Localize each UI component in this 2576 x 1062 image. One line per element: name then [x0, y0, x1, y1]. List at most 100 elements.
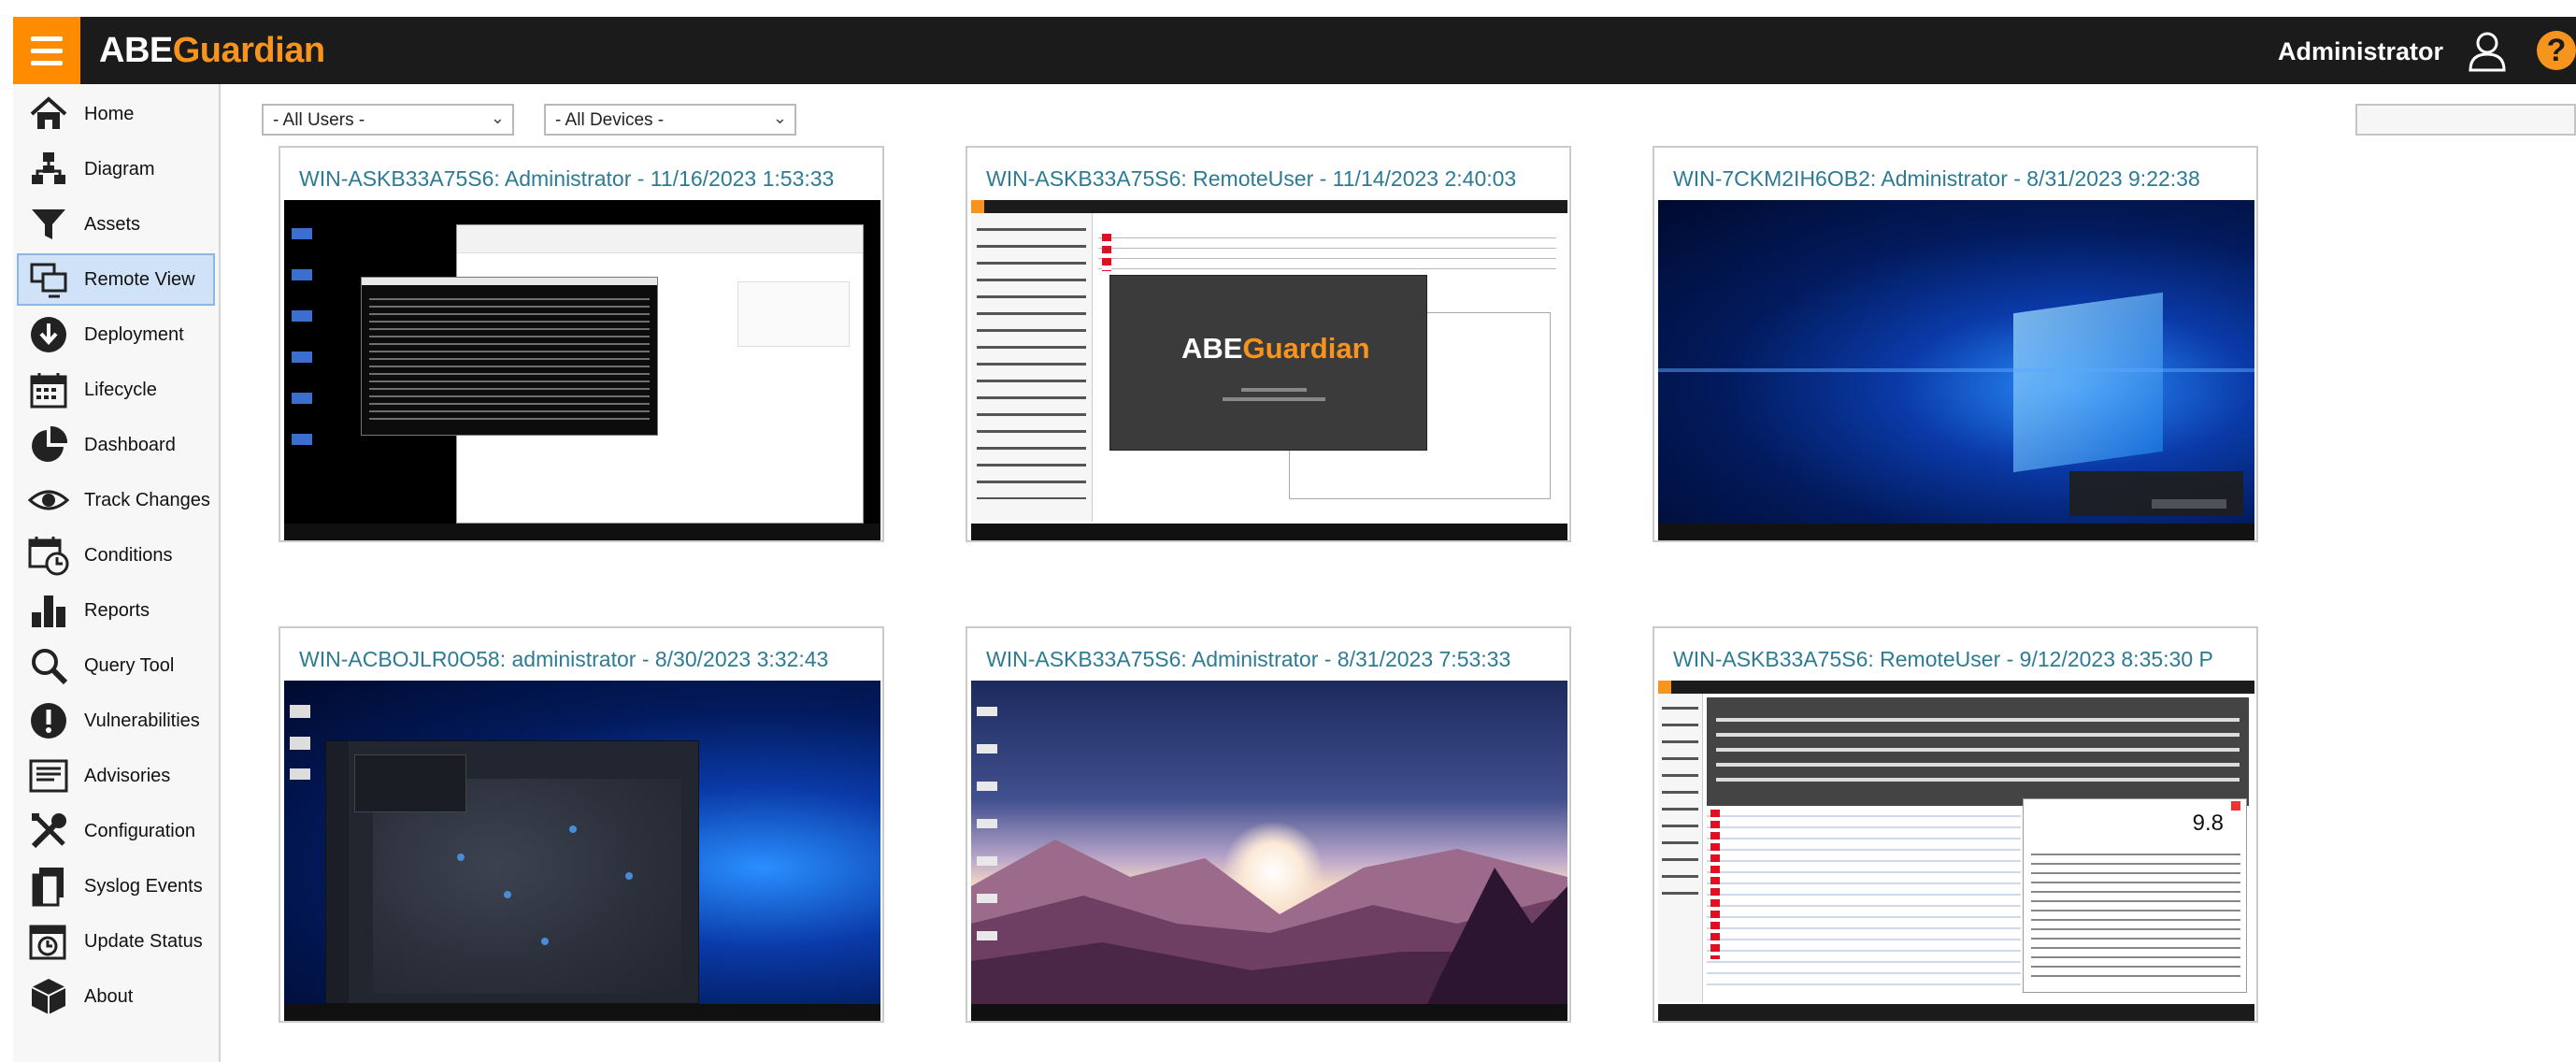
sidebar-item-assets[interactable]: Assets: [17, 198, 215, 251]
sidebar-item-diagram[interactable]: Diagram: [17, 143, 215, 195]
app-logo[interactable]: ABE Guardian: [99, 30, 325, 71]
diagram-icon: [26, 147, 71, 192]
sidebar-item-label: About: [84, 985, 134, 1007]
chevron-down-icon: ⌄: [772, 108, 787, 127]
remote-session-card[interactable]: WIN-ASKB33A75S6: RemoteUser - 11/14/2023…: [966, 146, 1571, 542]
remote-session-card[interactable]: WIN-ASKB33A75S6: Administrator - 8/31/20…: [966, 626, 1571, 1023]
sidebar: Home Diagram Assets Remote View Deployme…: [13, 84, 221, 1062]
splash-dialog: ABEGuardian: [1109, 275, 1427, 451]
devices-filter-value: - All Devices -: [555, 110, 665, 130]
document-icon: [26, 864, 71, 909]
advisory-icon: [26, 753, 71, 798]
sidebar-item-label: Advisories: [84, 765, 171, 786]
session-screenshot[interactable]: [284, 681, 880, 1021]
session-title[interactable]: WIN-ACBOJLR0O58: administrator - 8/30/20…: [299, 647, 828, 672]
current-user-name[interactable]: Administrator: [2278, 37, 2443, 66]
taskbar: [284, 1004, 880, 1021]
taskbar: [1658, 1004, 2254, 1021]
alert-icon: [26, 698, 71, 743]
sidebar-item-label: Assets: [84, 213, 141, 235]
sidebar-item-remote-view[interactable]: Remote View: [17, 253, 215, 306]
sidebar-item-home[interactable]: Home: [17, 88, 215, 140]
sidebar-item-vulnerabilities[interactable]: Vulnerabilities: [17, 695, 215, 747]
search-input[interactable]: [2355, 104, 2576, 136]
session-screenshot[interactable]: 9.8: [1658, 681, 2254, 1021]
taskbar: [971, 1004, 1567, 1021]
home-icon: [26, 92, 71, 136]
session-title[interactable]: WIN-ASKB33A75S6: RemoteUser - 11/14/2023…: [986, 166, 1516, 192]
cvss-score: 9.8: [2192, 811, 2224, 836]
magnifier-icon: [26, 643, 71, 688]
user-icon[interactable]: [2466, 30, 2509, 73]
funnel-icon: [26, 202, 71, 247]
sidebar-item-label: Conditions: [84, 544, 173, 566]
remote-session-card[interactable]: WIN-ASKB33A75S6: RemoteUser - 9/12/2023 …: [1653, 626, 2258, 1023]
sidebar-item-label: Track Changes: [84, 489, 210, 510]
sidebar-item-label: Lifecycle: [84, 379, 157, 400]
hamburger-menu-icon[interactable]: [13, 17, 80, 84]
notification-toast: [2069, 471, 2243, 516]
bar-chart-icon: [26, 588, 71, 633]
sidebar-item-label: Query Tool: [84, 654, 175, 676]
session-screenshot[interactable]: [971, 681, 1567, 1021]
help-icon[interactable]: ?: [2537, 31, 2576, 70]
console-window: [361, 277, 658, 436]
devices-filter-select[interactable]: - All Devices - ⌄: [544, 104, 796, 136]
sidebar-item-configuration[interactable]: Configuration: [17, 805, 215, 857]
logo-guardian: Guardian: [172, 30, 325, 70]
sidebar-item-deployment[interactable]: Deployment: [17, 309, 215, 361]
sidebar-item-advisories[interactable]: Advisories: [17, 750, 215, 802]
sidebar-item-dashboard[interactable]: Dashboard: [17, 419, 215, 471]
session-screenshot[interactable]: [1658, 200, 2254, 540]
sidebar-item-about[interactable]: About: [17, 970, 215, 1023]
sidebar-item-label: Diagram: [84, 158, 155, 179]
splash-logo-guardian: Guardian: [1242, 332, 1370, 365]
sidebar-item-label: Dashboard: [84, 434, 176, 455]
remote-view-icon: [26, 257, 71, 302]
logo-abe: ABE: [99, 30, 173, 70]
session-screenshot[interactable]: [284, 200, 880, 540]
pie-icon: [26, 423, 71, 467]
windows-logo-light: [2013, 292, 2163, 473]
session-screenshot[interactable]: ABEGuardian: [971, 200, 1567, 540]
session-title[interactable]: WIN-ASKB33A75S6: RemoteUser - 9/12/2023 …: [1673, 647, 2213, 672]
calendar-icon: [26, 367, 71, 412]
sidebar-item-syslog-events[interactable]: Syslog Events: [17, 860, 215, 912]
vulnerability-detail-panel: 9.8: [2023, 798, 2247, 993]
taskbar: [284, 524, 880, 540]
map-app-window: [325, 740, 699, 1004]
box-icon: [26, 974, 71, 1019]
eye-icon: [26, 478, 71, 523]
sidebar-item-update-status[interactable]: Update Status: [17, 915, 215, 968]
sidebar-item-label: Home: [84, 103, 135, 124]
sidebar-item-label: Reports: [84, 599, 150, 621]
chevron-down-icon: ⌄: [490, 108, 505, 127]
sidebar-item-reports[interactable]: Reports: [17, 584, 215, 637]
sidebar-item-label: Vulnerabilities: [84, 710, 200, 731]
remote-session-card[interactable]: WIN-ASKB33A75S6: Administrator - 11/16/2…: [279, 146, 884, 542]
sidebar-item-query-tool[interactable]: Query Tool: [17, 639, 215, 692]
sidebar-item-conditions[interactable]: Conditions: [17, 529, 215, 581]
session-title[interactable]: WIN-ASKB33A75S6: Administrator - 8/31/20…: [986, 647, 1510, 672]
users-filter-value: - All Users -: [273, 110, 365, 130]
sidebar-item-label: Remote View: [84, 268, 195, 290]
session-title[interactable]: WIN-7CKM2IH6OB2: Administrator - 8/31/20…: [1673, 166, 2200, 192]
sidebar-item-track-changes[interactable]: Track Changes: [17, 474, 215, 526]
splash-logo-abe: ABE: [1181, 332, 1243, 365]
session-title[interactable]: WIN-ASKB33A75S6: Administrator - 11/16/2…: [299, 166, 834, 192]
update-icon: [26, 919, 71, 964]
mountain-landscape: [971, 840, 1567, 1021]
sidebar-item-lifecycle[interactable]: Lifecycle: [17, 364, 215, 416]
remote-session-card[interactable]: WIN-7CKM2IH6OB2: Administrator - 8/31/20…: [1653, 146, 2258, 542]
desktop-icons: [292, 208, 312, 469]
calendar-clock-icon: [26, 533, 71, 578]
remote-session-card[interactable]: WIN-ACBOJLR0O58: administrator - 8/30/20…: [279, 626, 884, 1023]
taskbar: [1658, 524, 2254, 540]
taskbar: [971, 524, 1567, 540]
tools-icon: [26, 809, 71, 854]
download-icon: [26, 312, 71, 357]
users-filter-select[interactable]: - All Users - ⌄: [262, 104, 514, 136]
top-bar: ABE Guardian Administrator ?: [13, 17, 2576, 84]
sidebar-item-label: Syslog Events: [84, 875, 203, 897]
sidebar-item-label: Configuration: [84, 820, 195, 841]
